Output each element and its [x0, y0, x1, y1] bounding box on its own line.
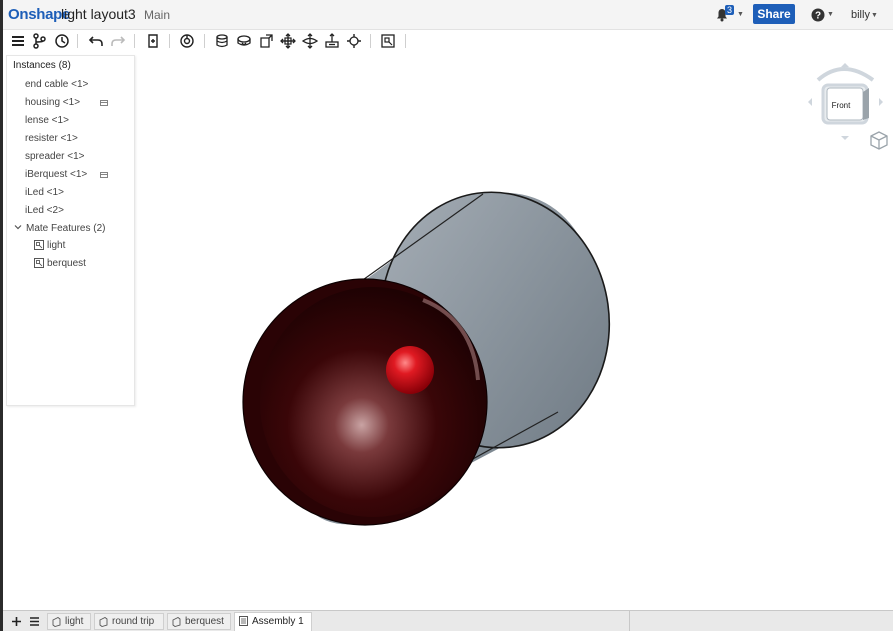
undo-icon[interactable] — [88, 33, 104, 49]
workspace-branch[interactable]: Main — [144, 8, 170, 22]
toolbar-divider — [405, 34, 406, 48]
mate-feature-label: light — [47, 240, 66, 251]
menu-icon[interactable] — [10, 33, 26, 49]
fastened-mate-icon[interactable] — [214, 33, 230, 49]
instance-list-item[interactable]: end cable <1> — [25, 79, 88, 90]
toolbar-divider — [370, 34, 371, 48]
view-cube-menu-icon[interactable] — [870, 131, 888, 150]
revolute-mate-icon[interactable] — [236, 33, 252, 49]
redo-icon[interactable] — [110, 33, 126, 49]
instance-list-item[interactable]: lense <1> — [25, 115, 69, 126]
instance-list-item[interactable]: iBerquest <1> — [25, 169, 87, 180]
arrow-up-icon — [841, 63, 849, 67]
insert-icon[interactable] — [145, 33, 161, 49]
assembly-3d-model[interactable] — [233, 180, 623, 540]
arrow-right-icon — [879, 98, 883, 106]
top-bar: Onshape light layout3 Main 3 ▼ Share ? ▼… — [3, 0, 893, 30]
chevron-down-icon[interactable]: ▼ — [871, 12, 878, 19]
mate-feature-label: berquest — [47, 258, 86, 269]
mate-feature-icon — [34, 240, 44, 250]
lens-inner — [260, 287, 486, 517]
svg-text:?: ? — [815, 11, 821, 22]
user-menu[interactable]: billy — [851, 9, 870, 21]
led-sphere — [386, 346, 434, 394]
tab-round-trip[interactable]: round trip — [94, 613, 164, 630]
mate-feature-item[interactable]: light — [34, 240, 104, 252]
tab-assembly-1[interactable]: Assembly 1 — [234, 612, 312, 631]
arrow-down-icon — [841, 136, 849, 140]
part-studio-icon — [99, 617, 108, 627]
chevron-down-icon[interactable]: ▼ — [737, 11, 744, 18]
explode-icon[interactable] — [380, 33, 396, 49]
chevron-down-icon[interactable]: ▼ — [827, 11, 834, 18]
tab-label: light — [65, 616, 84, 627]
instance-list-item[interactable]: resister <1> — [25, 133, 78, 144]
slider-mate-icon[interactable] — [258, 33, 274, 49]
tab-bar-divider — [629, 611, 630, 631]
toolbar — [3, 30, 893, 52]
instance-list-item[interactable]: iLed <2> — [25, 205, 64, 216]
tab-label: berquest — [185, 616, 224, 627]
instance-list-item[interactable]: spreader <1> — [25, 151, 85, 162]
tab-berquest[interactable]: berquest — [167, 613, 231, 630]
mate-features-title[interactable]: Mate Features (2) — [26, 223, 105, 234]
mate-feature-icon — [34, 258, 44, 268]
instances-panel: Instances (8) end cable <1> housing <1> … — [6, 55, 135, 406]
toolbar-divider — [204, 34, 205, 48]
view-cube[interactable]: Front — [803, 60, 893, 160]
rotate-arc-icon — [816, 67, 875, 82]
toolbar-divider — [169, 34, 170, 48]
tab-label: round trip — [112, 616, 155, 627]
part-studio-icon — [172, 617, 181, 627]
toolbar-divider — [134, 34, 135, 48]
help-icon[interactable]: ? — [811, 8, 825, 22]
instances-title: Instances (8) — [13, 60, 71, 71]
toolbar-divider — [77, 34, 78, 48]
arrow-left-icon — [808, 98, 812, 106]
tab-list-icon[interactable] — [29, 616, 40, 627]
mate-connector-icon[interactable] — [179, 33, 195, 49]
instance-list-item[interactable]: iLed <1> — [25, 187, 64, 198]
tab-label: Assembly 1 — [252, 616, 304, 627]
version-graph-icon[interactable] — [31, 33, 47, 49]
cylindrical-mate-icon[interactable] — [302, 33, 318, 49]
subassembly-icon — [100, 172, 108, 178]
mate-feature-item[interactable]: berquest — [34, 258, 104, 270]
tab-light[interactable]: light — [47, 613, 91, 630]
planar-mate-icon[interactable] — [280, 33, 296, 49]
assembly-icon — [239, 616, 248, 626]
pin-slot-mate-icon[interactable] — [324, 33, 340, 49]
document-tab-bar: light round trip berquest Assembly 1 — [3, 610, 893, 631]
notification-count-badge: 3 — [725, 5, 735, 15]
add-tab-icon[interactable] — [11, 616, 22, 627]
view-cube-face-label[interactable]: Front — [832, 101, 851, 110]
part-studio-icon — [52, 617, 61, 627]
instance-list-item[interactable]: housing <1> — [25, 97, 80, 108]
ball-mate-icon[interactable] — [346, 33, 362, 49]
document-title[interactable]: light layout3 — [61, 6, 136, 22]
history-icon[interactable] — [54, 33, 70, 49]
chevron-down-icon[interactable] — [14, 223, 22, 231]
subassembly-icon — [100, 100, 108, 106]
share-button[interactable]: Share — [753, 4, 795, 24]
